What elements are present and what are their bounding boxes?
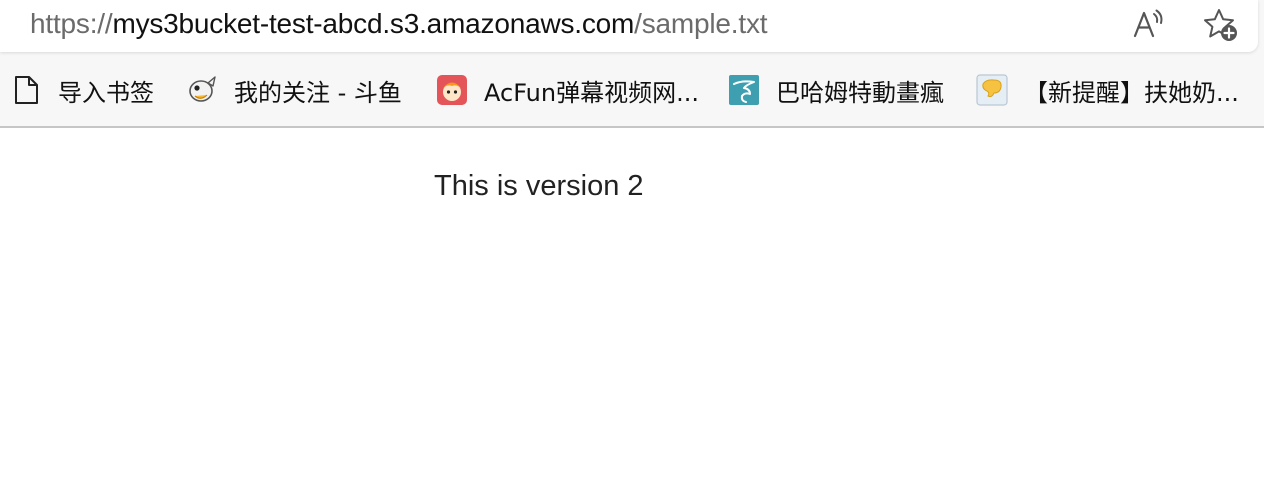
url-host: mys3bucket-test-abcd.s3.amazonaws.com bbox=[112, 8, 635, 39]
add-favorite-icon bbox=[1204, 9, 1237, 41]
bookmark-acfun[interactable]: AcFun弹幕视频网... bbox=[436, 72, 699, 108]
add-favorite-button[interactable] bbox=[1200, 6, 1240, 44]
bookmark-label: 巴哈姆特動畫瘋 bbox=[776, 78, 944, 107]
document-icon bbox=[10, 74, 42, 106]
url-scheme: https:// bbox=[30, 8, 113, 39]
acfun-icon bbox=[436, 74, 468, 106]
page-text: This is version 2 bbox=[434, 170, 644, 202]
forum-icon bbox=[976, 74, 1008, 106]
read-aloud-icon bbox=[1133, 9, 1163, 38]
address-bar[interactable]: https://mys3bucket-test-abcd.s3.amazonaw… bbox=[0, 0, 1258, 52]
bookmark-forum[interactable]: 【新提醒】扶她奶... bbox=[976, 72, 1239, 108]
bookmark-label: 导入书签 bbox=[58, 78, 154, 107]
bookmark-label: 我的关注 - 斗鱼 bbox=[234, 78, 402, 107]
bookmark-bahamut[interactable]: 巴哈姆特動畫瘋 bbox=[728, 72, 944, 108]
bookmark-label: 【新提醒】扶她奶... bbox=[1024, 78, 1239, 107]
address-strip: https://mys3bucket-test-abcd.s3.amazonaw… bbox=[0, 0, 1264, 58]
bookmark-label: AcFun弹幕视频网... bbox=[484, 78, 699, 107]
bahamut-icon bbox=[728, 74, 760, 106]
bookmarks-bar: 导入书签 我的关注 - 斗鱼 AcFun弹幕视频网... 巴哈姆特動畫瘋 【新提… bbox=[0, 58, 1264, 128]
url-field[interactable]: https://mys3bucket-test-abcd.s3.amazonaw… bbox=[30, 6, 768, 42]
douyu-fish-icon bbox=[186, 74, 218, 106]
bookmark-import[interactable]: 导入书签 bbox=[10, 72, 154, 108]
bookmark-douyu[interactable]: 我的关注 - 斗鱼 bbox=[186, 72, 402, 108]
read-aloud-button[interactable] bbox=[1130, 6, 1166, 42]
url-path: /sample.txt bbox=[634, 8, 768, 39]
